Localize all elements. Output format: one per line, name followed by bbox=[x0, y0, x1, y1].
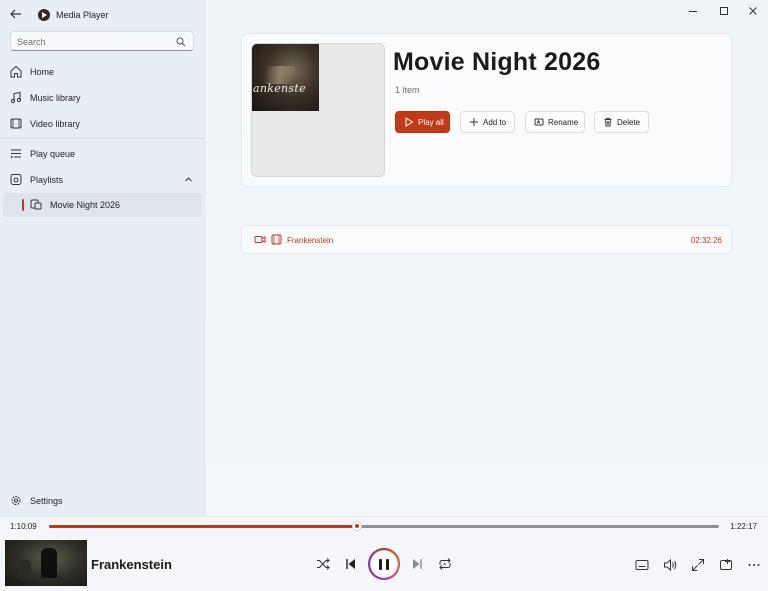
sidebar-item-movie-night-2026[interactable]: Movie Night 2026 bbox=[3, 193, 202, 217]
delete-label: Delete bbox=[617, 118, 641, 127]
thumbnail-figure bbox=[17, 560, 31, 580]
play-icon bbox=[405, 117, 414, 127]
title-bar: Media Player bbox=[0, 0, 205, 30]
search-input[interactable] bbox=[17, 36, 167, 48]
now-playing-thumbnail[interactable] bbox=[5, 540, 87, 586]
sidebar-item-label: Movie Night 2026 bbox=[50, 200, 121, 210]
repeat-icon[interactable] bbox=[437, 556, 453, 572]
pause-icon bbox=[386, 559, 389, 570]
add-to-button[interactable]: Add to bbox=[460, 111, 515, 133]
add-to-label: Add to bbox=[483, 118, 507, 127]
sidebar-item-playlists[interactable]: Playlists bbox=[3, 168, 202, 192]
gear-icon bbox=[11, 496, 21, 505]
now-playing-title: Frankenstein bbox=[91, 557, 172, 572]
selection-indicator bbox=[22, 199, 24, 211]
sidebar-item-video-library[interactable]: Video library bbox=[3, 112, 202, 136]
media-player-window: Media Player Home Music library bbox=[0, 0, 768, 591]
previous-icon[interactable] bbox=[343, 556, 359, 572]
cover-thumbnail: ankenste bbox=[252, 44, 319, 111]
delete-button[interactable]: Delete bbox=[594, 111, 649, 133]
plus-icon bbox=[470, 118, 478, 126]
sidebar-item-home[interactable]: Home bbox=[3, 60, 202, 84]
app-logo-icon bbox=[38, 9, 50, 21]
sidebar-item-label: Music library bbox=[30, 93, 81, 103]
sidebar-item-play-queue[interactable]: Play queue bbox=[3, 142, 202, 166]
current-time: 1:10:09 bbox=[10, 522, 37, 531]
sidebar: Media Player Home Music library bbox=[0, 0, 205, 516]
page-title: Movie Night 2026 bbox=[393, 48, 601, 76]
playlist-cover: ankenste bbox=[251, 43, 385, 177]
playlist-icon bbox=[10, 174, 22, 185]
track-name: Frankenstein bbox=[287, 236, 334, 245]
sidebar-item-label: Video library bbox=[30, 119, 80, 129]
play-all-button[interactable]: Play all bbox=[395, 111, 450, 133]
track-duration: 02:32:26 bbox=[690, 236, 722, 245]
volume-icon[interactable] bbox=[662, 557, 678, 573]
back-arrow-icon[interactable] bbox=[9, 7, 23, 21]
next-icon[interactable] bbox=[409, 556, 425, 572]
app-title: Media Player bbox=[56, 10, 109, 20]
sidebar-item-label: Settings bbox=[30, 496, 63, 506]
more-options-icon[interactable] bbox=[746, 557, 762, 573]
trash-icon bbox=[604, 117, 612, 127]
sidebar-item-settings[interactable]: Settings bbox=[3, 489, 202, 513]
sidebar-item-label: Playlists bbox=[30, 175, 64, 185]
video-icon bbox=[10, 118, 22, 129]
pause-button[interactable] bbox=[368, 548, 400, 580]
rename-label: Rename bbox=[548, 118, 579, 127]
seek-bar[interactable] bbox=[49, 521, 719, 531]
music-note-icon bbox=[10, 91, 22, 104]
shuffle-icon[interactable] bbox=[315, 556, 331, 572]
pause-icon bbox=[379, 559, 382, 570]
maximize-icon[interactable] bbox=[717, 4, 731, 18]
chevron-up-icon[interactable] bbox=[184, 175, 193, 184]
sidebar-item-music-library[interactable]: Music library bbox=[3, 86, 202, 110]
play-all-label: Play all bbox=[418, 118, 444, 127]
cover-title-text: ankenste bbox=[253, 82, 306, 95]
track-row[interactable]: Frankenstein 02:32:26 bbox=[241, 225, 732, 254]
fullscreen-icon[interactable] bbox=[690, 557, 706, 573]
captions-icon[interactable] bbox=[634, 557, 650, 573]
sidebar-item-label: Play queue bbox=[30, 149, 76, 159]
video-camera-icon bbox=[254, 236, 266, 243]
playlist-item-icon bbox=[30, 199, 42, 210]
search-icon[interactable] bbox=[176, 37, 186, 47]
total-time: 1:22:17 bbox=[730, 522, 757, 531]
search-box[interactable] bbox=[10, 31, 194, 51]
close-icon[interactable] bbox=[746, 4, 760, 18]
rename-icon bbox=[534, 118, 544, 126]
mini-player-icon[interactable] bbox=[718, 557, 734, 573]
item-count: 1 item bbox=[395, 85, 420, 95]
queue-icon bbox=[11, 149, 21, 159]
rename-button[interactable]: Rename bbox=[525, 111, 585, 133]
minimize-icon[interactable] bbox=[686, 4, 700, 18]
sidebar-item-label: Home bbox=[30, 67, 55, 77]
thumbnail-figure bbox=[41, 548, 57, 578]
sidebar-divider bbox=[0, 138, 205, 139]
film-icon bbox=[271, 234, 282, 245]
seek-bar-progress bbox=[49, 525, 358, 528]
home-icon bbox=[10, 65, 22, 78]
